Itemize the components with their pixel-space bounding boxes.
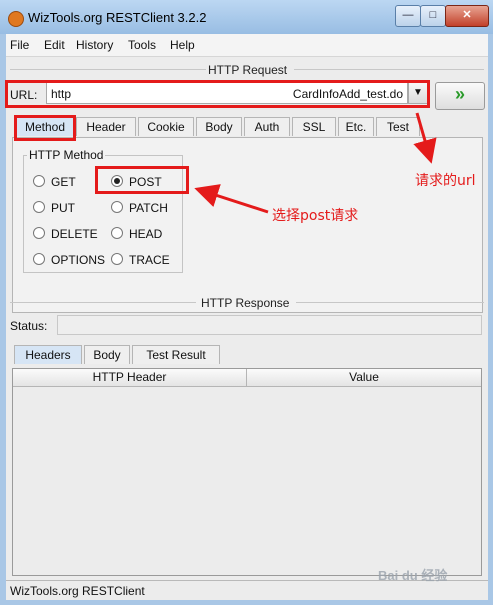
url-history-dropdown[interactable]: ▼ bbox=[408, 82, 428, 104]
menu-file[interactable]: File bbox=[10, 38, 29, 52]
title-bar: WizTools.org RESTClient 3.2.2 — □ ✕ bbox=[0, 0, 493, 34]
request-divider-right bbox=[294, 69, 484, 70]
minimize-button[interactable]: — bbox=[395, 5, 421, 27]
radio-head[interactable]: HEAD bbox=[111, 227, 162, 241]
post-annotation: 选择post请求 bbox=[272, 208, 359, 224]
url-label: URL: bbox=[10, 88, 38, 102]
url-value-end: CardInfoAdd_test.do bbox=[292, 87, 403, 101]
column-value[interactable]: Value bbox=[247, 369, 481, 387]
method-panel: HTTP Method GET POST PUT PATCH DELETE HE… bbox=[12, 137, 483, 313]
radio-label: TRACE bbox=[129, 253, 170, 267]
menu-history[interactable]: History bbox=[76, 38, 113, 52]
radio-label: PUT bbox=[51, 201, 75, 215]
radio-label: DELETE bbox=[51, 227, 98, 241]
tab-test[interactable]: Test bbox=[376, 117, 420, 136]
url-input[interactable]: http CardInfoAdd_test.do bbox=[46, 82, 408, 104]
radio-patch[interactable]: PATCH bbox=[111, 201, 168, 215]
http-method-group-title: HTTP Method bbox=[27, 148, 106, 162]
menu-tools[interactable]: Tools bbox=[128, 38, 156, 52]
send-request-button[interactable]: » bbox=[435, 82, 485, 110]
radio-button-icon bbox=[111, 253, 123, 265]
status-label: Status: bbox=[10, 319, 48, 333]
radio-label: HEAD bbox=[129, 227, 163, 241]
radio-selected-icon bbox=[111, 175, 123, 187]
radio-trace[interactable]: TRACE bbox=[111, 253, 170, 267]
menu-help[interactable]: Help bbox=[170, 38, 195, 52]
radio-get[interactable]: GET bbox=[33, 175, 76, 189]
headers-table: HTTP Header Value bbox=[12, 368, 482, 576]
response-divider-right bbox=[296, 302, 484, 303]
response-divider-left bbox=[10, 302, 196, 303]
radio-label: GET bbox=[51, 175, 76, 189]
tab-headers[interactable]: Headers bbox=[14, 345, 82, 364]
radio-button-icon bbox=[111, 201, 123, 213]
radio-options[interactable]: OPTIONS bbox=[33, 253, 105, 267]
url-annotation: 请求的url bbox=[415, 173, 476, 189]
status-bar-text: WizTools.org RESTClient bbox=[10, 584, 145, 598]
tab-header[interactable]: Header bbox=[76, 117, 136, 136]
request-divider-left bbox=[10, 69, 206, 70]
radio-post[interactable]: POST bbox=[111, 175, 162, 189]
tab-method[interactable]: Method bbox=[16, 117, 74, 136]
radio-delete[interactable]: DELETE bbox=[33, 227, 98, 241]
radio-button-icon bbox=[33, 253, 45, 265]
url-value-start: http bbox=[51, 87, 72, 101]
radio-put[interactable]: PUT bbox=[33, 201, 75, 215]
tab-body[interactable]: Body bbox=[196, 117, 242, 136]
radio-button-icon bbox=[111, 227, 123, 239]
window-title: WizTools.org RESTClient 3.2.2 bbox=[28, 10, 207, 25]
radio-label: POST bbox=[129, 175, 162, 189]
radio-label: PATCH bbox=[129, 201, 168, 215]
app-window: WizTools.org RESTClient 3.2.2 — □ ✕ File… bbox=[0, 0, 493, 605]
column-http-header[interactable]: HTTP Header bbox=[13, 369, 247, 387]
tab-cookie[interactable]: Cookie bbox=[138, 117, 194, 136]
tab-ssl[interactable]: SSL bbox=[292, 117, 336, 136]
tab-response-body[interactable]: Body bbox=[84, 345, 130, 364]
tab-test-result[interactable]: Test Result bbox=[132, 345, 220, 364]
close-button[interactable]: ✕ bbox=[445, 5, 489, 27]
maximize-button[interactable]: □ bbox=[420, 5, 446, 27]
response-section-title: HTTP Response bbox=[201, 296, 290, 310]
menu-edit[interactable]: Edit bbox=[44, 38, 65, 52]
radio-label: OPTIONS bbox=[51, 253, 106, 267]
status-field bbox=[57, 315, 482, 335]
radio-button-icon bbox=[33, 175, 45, 187]
watermark-logo: Bai du 经验 bbox=[378, 568, 448, 583]
client-area: File Edit History Tools Help HTTP Reques… bbox=[6, 34, 488, 600]
request-section-title: HTTP Request bbox=[208, 63, 288, 77]
tab-auth[interactable]: Auth bbox=[244, 117, 290, 136]
menu-bar: File Edit History Tools Help bbox=[6, 34, 488, 57]
radio-button-icon bbox=[33, 227, 45, 239]
tab-etc[interactable]: Etc. bbox=[338, 117, 374, 136]
chevron-down-icon: ▼ bbox=[413, 87, 423, 98]
radio-button-icon bbox=[33, 201, 45, 213]
app-icon bbox=[8, 11, 24, 27]
